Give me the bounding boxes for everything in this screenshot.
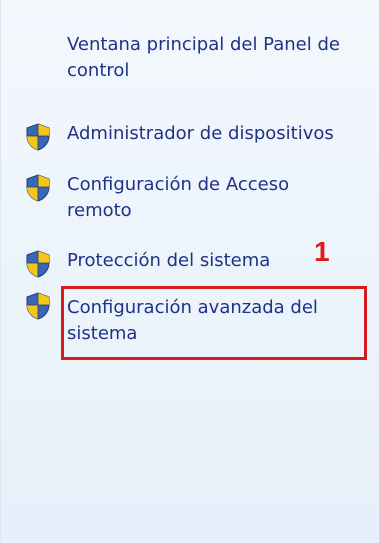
uac-shield-icon <box>26 123 50 151</box>
control-panel-sidebar: Ventana principal del Panel de control A… <box>0 0 379 543</box>
control-panel-home-link[interactable]: Ventana principal del Panel de control <box>67 32 340 84</box>
sidebar-item-device-manager[interactable]: Administrador de dispositivos <box>67 121 334 147</box>
sidebar-item-system-protection[interactable]: Protección del sistema <box>67 248 270 274</box>
control-panel-home-link-line1: Ventana principal del Panel de <box>67 34 340 55</box>
control-panel-home-link-line2: control <box>67 60 130 81</box>
uac-shield-icon <box>26 292 50 320</box>
sidebar-item-remote-settings-label-line2: remoto <box>67 200 132 221</box>
annotation-step-number: 1 <box>314 236 330 267</box>
sidebar-item-system-protection-label: Protección del sistema <box>67 250 271 271</box>
sidebar-item-device-manager-label: Administrador de dispositivos <box>67 123 334 144</box>
uac-shield-icon <box>26 174 50 202</box>
uac-shield-icon <box>26 250 50 278</box>
annotation-highlight-box <box>61 286 367 360</box>
sidebar-item-remote-settings[interactable]: Configuración de Acceso remoto <box>67 172 289 224</box>
sidebar-item-remote-settings-label-line1: Configuración de Acceso <box>67 174 290 195</box>
